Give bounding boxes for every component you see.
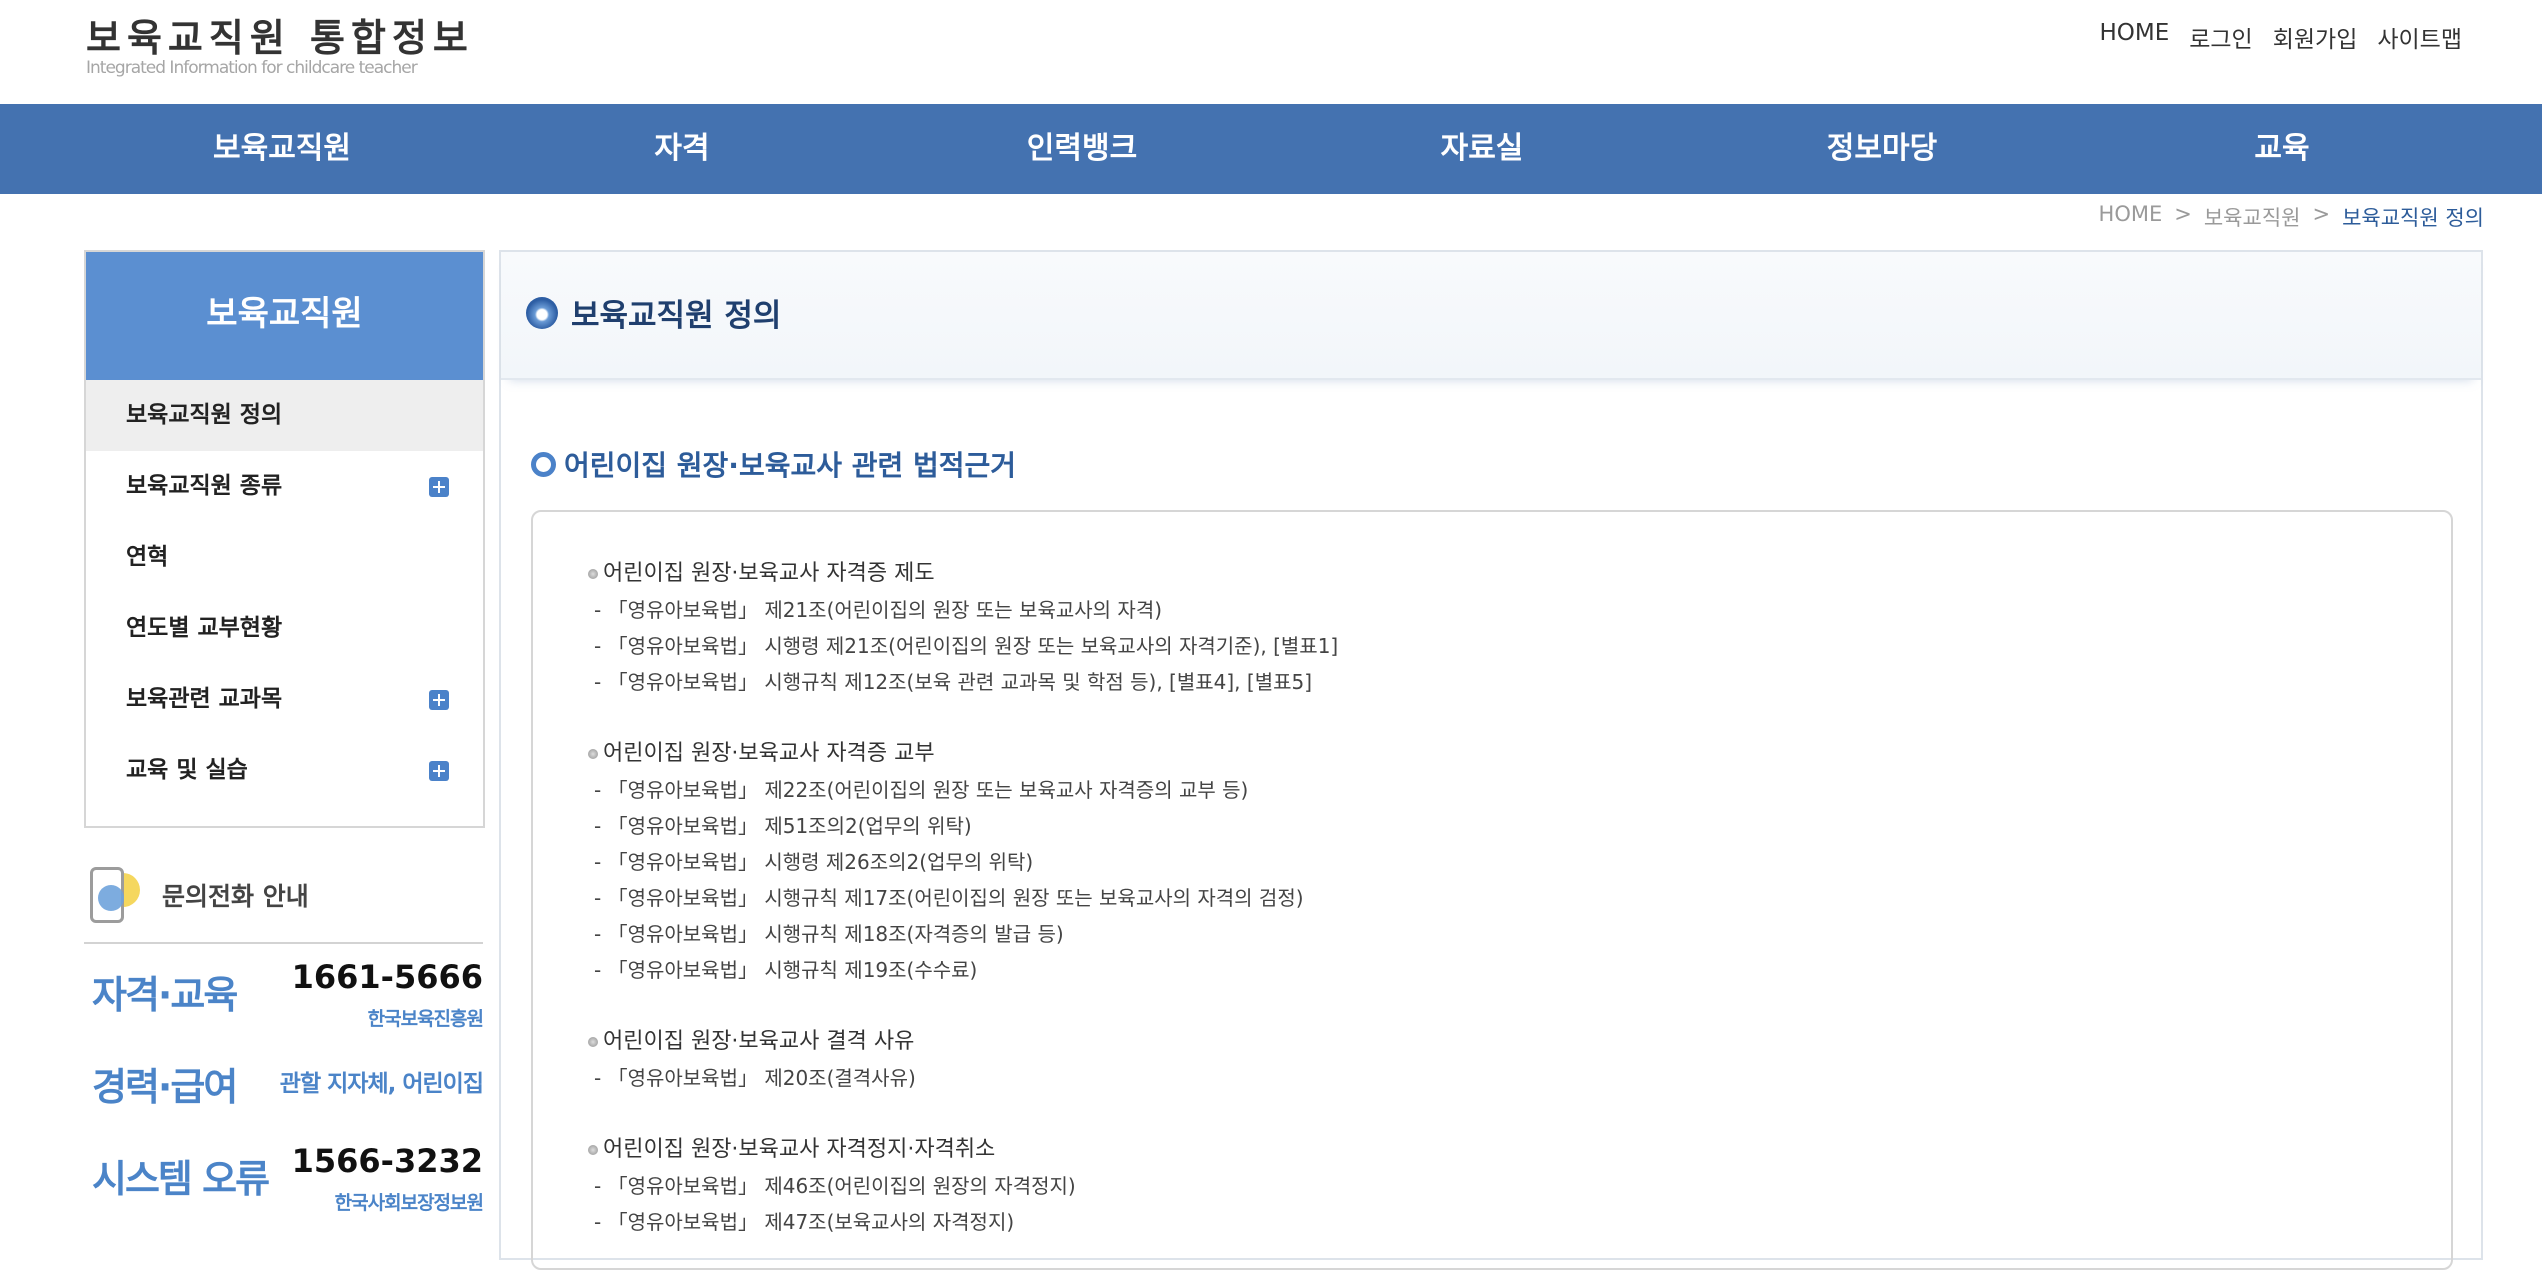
breadcrumb-level1[interactable]: 보육교직원 — [2204, 202, 2301, 232]
legal-line: - 「영유아보육법」 제47조(보육교사의 자격정지) — [594, 1210, 1015, 1234]
legal-group: 어린이집 원장·보육교사 자격정지·자격취소 - 「영유아보육법」 제46조(어… — [588, 1132, 1076, 1240]
section-title: 어린이집 원장·보육교사 관련 법적근거 — [531, 444, 1016, 484]
gnb-item-qualification[interactable]: 자격 — [654, 104, 709, 194]
legal-line: - 「영유아보육법」 시행령 제26조의2(업무의 위탁) — [594, 850, 1034, 874]
contact-title: 문의전화 안내 — [162, 882, 309, 911]
gnb-item-talent-bank[interactable]: 인력뱅크 — [1027, 104, 1137, 194]
contact-org: 한국사회보장정보원 — [334, 1192, 484, 1214]
utility-nav: HOME 로그인 회원가입 사이트맵 — [2099, 20, 2462, 54]
ring-bullet-icon — [531, 451, 556, 477]
page-header: 보육교직원 정의 — [501, 252, 2481, 380]
side-nav-title: 보육교직원 — [86, 252, 483, 380]
legal-group: 어린이집 원장·보육교사 자격증 제도 - 「영유아보육법」 제21조(어린이집… — [588, 556, 1338, 700]
side-nav-item-types[interactable]: 보육교직원 종류 — [86, 451, 483, 522]
contact-panel: 문의전화 안내 자격·교육 1661-5666 한국보육진흥원 경력·급여 관할… — [84, 860, 484, 1230]
contact-number: 1661-5666 — [291, 958, 483, 996]
contact-row: 자격·교육 1661-5666 한국보육진흥원 — [84, 954, 484, 1046]
breadcrumb-current: 보육교직원 정의 — [2342, 206, 2484, 230]
legal-line: - 「영유아보육법」 제21조(어린이집의 원장 또는 보육교사의 자격) — [594, 598, 1163, 622]
legal-basis-box: 어린이집 원장·보육교사 자격증 제도 - 「영유아보육법」 제21조(어린이집… — [531, 510, 2453, 1270]
legal-line: - 「영유아보육법」 시행령 제21조(어린이집의 원장 또는 보육교사의 자격… — [594, 634, 1339, 658]
main-nav: 보육교직원 자격 인력뱅크 자료실 정보마당 교육 — [0, 104, 2542, 194]
side-nav-item-issuance[interactable]: 연도별 교부현황 — [86, 593, 483, 664]
logo-title: 보육교직원 통합정보 — [86, 16, 474, 60]
side-nav-item-subjects[interactable]: 보육관련 교과목 — [86, 664, 483, 735]
breadcrumb-home[interactable]: HOME — [2099, 202, 2163, 232]
legal-group-title: 어린이집 원장·보육교사 자격정지·자격취소 — [588, 1132, 1076, 1168]
contact-org: 관할 지자체, 어린이집 — [279, 1071, 484, 1097]
contact-org: 한국보육진흥원 — [367, 1008, 484, 1030]
side-nav: 보육교직원 보육교직원 정의 보육교직원 종류 연혁 연도별 교부현황 보육관련… — [84, 250, 485, 828]
breadcrumb: HOME > 보육교직원 > 보육교직원 정의 — [2099, 202, 2484, 232]
contact-number: 1566-3232 — [291, 1142, 483, 1180]
breadcrumb-separator: > — [2174, 202, 2192, 226]
side-nav-item-label: 연도별 교부현황 — [126, 615, 283, 641]
legal-line: - 「영유아보육법」 제22조(어린이집의 원장 또는 보육교사 자격증의 교부… — [594, 778, 1249, 802]
legal-group-title: 어린이집 원장·보육교사 결격 사유 — [588, 1024, 916, 1060]
side-nav-item-label: 보육교직원 종류 — [126, 473, 283, 499]
contact-row: 경력·급여 관할 지자체, 어린이집 — [84, 1046, 484, 1138]
main-content: 보육교직원 정의 어린이집 원장·보육교사 관련 법적근거 어린이집 원장·보육… — [499, 250, 2483, 1270]
side-nav-item-training[interactable]: 교육 및 실습 — [86, 735, 483, 806]
contact-row: 시스템 오류 1566-3232 한국사회보장정보원 — [84, 1138, 484, 1230]
legal-group-title: 어린이집 원장·보육교사 자격증 교부 — [588, 736, 1304, 772]
util-home-link[interactable]: HOME — [2099, 20, 2169, 54]
expand-plus-icon[interactable] — [429, 477, 449, 497]
legal-group: 어린이집 원장·보육교사 결격 사유 - 「영유아보육법」 제20조(결격사유) — [588, 1024, 916, 1096]
side-nav-item-label: 보육관련 교과목 — [126, 686, 283, 712]
legal-group-title: 어린이집 원장·보육교사 자격증 제도 — [588, 556, 1338, 592]
util-sitemap-link[interactable]: 사이트맵 — [2377, 20, 2462, 54]
section-title-text: 어린이집 원장·보육교사 관련 법적근거 — [564, 449, 1017, 482]
legal-group: 어린이집 원장·보육교사 자격증 교부 - 「영유아보육법」 제22조(어린이집… — [588, 736, 1304, 988]
expand-plus-icon[interactable] — [429, 761, 449, 781]
gnb-item-staff[interactable]: 보육교직원 — [213, 104, 351, 194]
contact-label: 경력·급여 — [92, 1065, 238, 1109]
contact-label: 시스템 오류 — [92, 1157, 270, 1201]
legal-line: - 「영유아보육법」 시행규칙 제19조(수수료) — [594, 958, 978, 982]
breadcrumb-separator: > — [2312, 202, 2331, 226]
gnb-item-library[interactable]: 자료실 — [1441, 104, 1524, 194]
util-join-link[interactable]: 회원가입 — [2273, 20, 2358, 54]
gnb-item-info[interactable]: 정보마당 — [1827, 104, 1937, 194]
side-nav-item-label: 보육교직원 정의 — [126, 402, 283, 428]
legal-line: - 「영유아보육법」 제20조(결격사유) — [594, 1066, 916, 1090]
site-logo[interactable]: 보육교직원 통합정보 Integrated Information for ch… — [86, 14, 474, 78]
legal-line: - 「영유아보육법」 제46조(어린이집의 원장의 자격정지) — [594, 1174, 1076, 1198]
legal-line: - 「영유아보육법」 시행규칙 제12조(보육 관련 교과목 및 학점 등), … — [594, 670, 1313, 694]
gnb-item-education[interactable]: 교육 — [2254, 104, 2309, 194]
contact-label: 자격·교육 — [92, 973, 238, 1017]
legal-line: - 「영유아보육법」 제51조의2(업무의 위탁) — [594, 814, 972, 838]
expand-plus-icon[interactable] — [429, 690, 449, 710]
util-login-link[interactable]: 로그인 — [2189, 20, 2252, 54]
side-nav-item-history[interactable]: 연혁 — [86, 522, 483, 593]
legal-line: - 「영유아보육법」 시행규칙 제18조(자격증의 발급 등) — [594, 922, 1064, 946]
side-nav-item-label: 교육 및 실습 — [126, 757, 248, 783]
side-nav-item-label: 연혁 — [126, 544, 169, 570]
title-bullet-icon — [526, 297, 558, 329]
page-title: 보육교직원 정의 — [571, 298, 782, 334]
side-nav-item-definition[interactable]: 보육교직원 정의 — [86, 380, 483, 451]
contact-header: 문의전화 안내 — [84, 860, 483, 944]
phone-icon — [84, 863, 142, 927]
logo-subtitle: Integrated Information for childcare tea… — [86, 58, 418, 78]
legal-line: - 「영유아보육법」 시행규칙 제17조(어린이집의 원장 또는 보육교사의 자… — [594, 886, 1304, 910]
